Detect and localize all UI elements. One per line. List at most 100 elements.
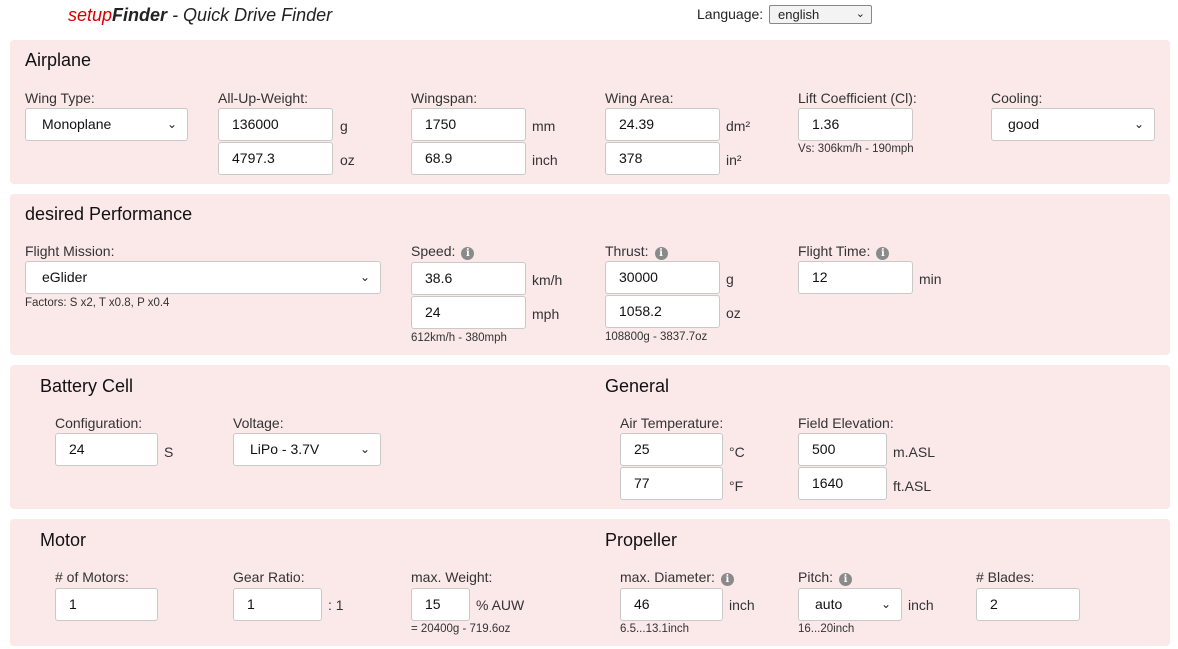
performance-panel: desired Performance Flight Mission: eGli… [10, 194, 1170, 355]
pitch-label: Pitch: [798, 569, 834, 585]
pitch-label-row: Pitch: i [798, 569, 853, 586]
gear-ratio-unit: : 1 [328, 597, 344, 613]
configuration-label: Configuration: [55, 415, 143, 431]
wing-area-in2-input[interactable]: 378 [605, 142, 720, 175]
pitch-select[interactable]: auto ⌄ [798, 588, 902, 621]
auw-oz-unit: oz [340, 152, 355, 168]
flight-time-label: Flight Time: [798, 243, 871, 259]
lift-label: Lift Coefficient (Cl): [798, 90, 917, 106]
air-temp-label: Air Temperature: [620, 415, 724, 431]
max-weight-unit: % AUW [476, 597, 525, 613]
section-title-battery: Battery Cell [40, 376, 134, 396]
chevron-down-icon: ⌄ [855, 8, 865, 20]
diameter-range-hint: 6.5...13.1inch [620, 623, 690, 635]
wingspan-label: Wingspan: [411, 90, 478, 106]
section-title-propeller: Propeller [605, 530, 678, 550]
mission-value: eGlider [42, 269, 88, 285]
max-weight-label: max. Weight: [411, 569, 493, 585]
info-icon[interactable]: i [654, 247, 668, 260]
cooling-select[interactable]: good ⌄ [991, 108, 1155, 141]
language-select[interactable]: english ⌄ [769, 5, 872, 24]
diameter-label-row: max. Diameter: i [620, 569, 734, 586]
auw-oz-input[interactable]: 4797.3 [218, 142, 333, 175]
motor-propeller-panel: Motor # of Motors: 1 Gear Ratio: 1 : 1 m… [10, 519, 1170, 646]
info-icon[interactable]: i [839, 573, 853, 586]
elevation-ft-input[interactable]: 1640 [798, 467, 887, 500]
cooling-value: good [1008, 116, 1040, 132]
max-weight-hint: = 20400g - 719.6oz [411, 623, 511, 635]
configuration-unit: S [164, 444, 174, 460]
speed-label: Speed: [411, 243, 456, 259]
speed-range-hint: 612km/h - 380mph [411, 332, 507, 344]
wingspan-inch-unit: inch [532, 152, 558, 168]
chevron-down-icon: ⌄ [359, 442, 370, 456]
app-title: setupFinder - Quick Drive Finder [68, 5, 332, 26]
speed-label-row: Speed: i [411, 243, 475, 260]
voltage-value: LiPo - 3.7V [250, 441, 320, 457]
chevron-down-icon: ⌄ [359, 270, 370, 284]
thrust-label: Thrust: [605, 243, 649, 259]
thrust-g-input[interactable]: 30000 [605, 261, 720, 294]
elevation-m-unit: m.ASL [893, 444, 936, 460]
air-temp-f-unit: °F [729, 478, 744, 494]
diameter-input[interactable]: 46 [620, 588, 723, 621]
pitch-range-hint: 16...20inch [798, 623, 855, 635]
wing-type-select[interactable]: Monoplane ⌄ [25, 108, 188, 141]
wingspan-inch-input[interactable]: 68.9 [411, 142, 526, 175]
wing-area-label: Wing Area: [605, 90, 674, 106]
elevation-label: Field Elevation: [798, 415, 894, 431]
auw-g-unit: g [340, 118, 348, 134]
info-icon[interactable]: i [876, 247, 890, 260]
chevron-down-icon: ⌄ [880, 597, 891, 611]
section-title-performance: desired Performance [25, 204, 193, 224]
wing-type-label: Wing Type: [25, 90, 95, 106]
mission-label: Flight Mission: [25, 243, 115, 259]
voltage-select[interactable]: LiPo - 3.7V ⌄ [233, 433, 381, 466]
speed-mph-unit: mph [532, 306, 560, 322]
section-title-motor: Motor [40, 530, 87, 550]
thrust-g-unit: g [726, 271, 734, 287]
thrust-oz-input[interactable]: 1058.2 [605, 295, 720, 328]
motor-count-input[interactable]: 1 [55, 588, 158, 621]
pitch-unit: inch [908, 597, 934, 613]
wingspan-mm-unit: mm [532, 118, 556, 134]
wing-type-value: Monoplane [42, 116, 112, 132]
lift-input[interactable]: 1.36 [798, 108, 913, 141]
speed-kmh-input[interactable]: 38.6 [411, 262, 526, 295]
speed-mph-input[interactable]: 24 [411, 296, 526, 329]
mission-select[interactable]: eGlider ⌄ [25, 261, 381, 294]
auw-g-input[interactable]: 136000 [218, 108, 333, 141]
gear-ratio-input[interactable]: 1 [233, 588, 322, 621]
language-label: Language: [697, 6, 764, 22]
battery-general-panel: Battery Cell Configuration: 24 S Voltage… [10, 365, 1170, 509]
pitch-value: auto [815, 596, 843, 612]
chevron-down-icon: ⌄ [166, 117, 177, 131]
blades-input[interactable]: 2 [976, 588, 1080, 621]
elevation-m-input[interactable]: 500 [798, 433, 887, 466]
max-weight-input[interactable]: 15 [411, 588, 470, 621]
diameter-label: max. Diameter: [620, 569, 715, 585]
flight-time-unit: min [919, 271, 942, 287]
configuration-input[interactable]: 24 [55, 433, 158, 466]
mission-factors-hint: Factors: S x2, T x0.8, P x0.4 [25, 297, 170, 309]
voltage-label: Voltage: [233, 415, 284, 431]
wing-area-in2-unit: in² [726, 152, 742, 168]
gear-ratio-label: Gear Ratio: [233, 569, 305, 585]
air-temp-f-input[interactable]: 77 [620, 467, 723, 500]
wingspan-mm-input[interactable]: 1750 [411, 108, 526, 141]
air-temp-c-input[interactable]: 25 [620, 433, 723, 466]
diameter-unit: inch [729, 597, 755, 613]
stall-speed-hint: Vs: 306km/h - 190mph [798, 143, 914, 155]
wing-area-dm2-unit: dm² [726, 118, 751, 134]
info-icon[interactable]: i [720, 573, 734, 586]
auw-label: All-Up-Weight: [218, 90, 308, 106]
section-title-airplane: Airplane [25, 50, 92, 70]
flight-time-input[interactable]: 12 [798, 261, 913, 294]
thrust-range-hint: 108800g - 3837.7oz [605, 331, 708, 343]
cooling-label: Cooling: [991, 90, 1043, 106]
info-icon[interactable]: i [461, 247, 475, 260]
elevation-ft-unit: ft.ASL [893, 478, 932, 494]
speed-kmh-unit: km/h [532, 272, 563, 288]
thrust-oz-unit: oz [726, 305, 741, 321]
wing-area-dm2-input[interactable]: 24.39 [605, 108, 720, 141]
